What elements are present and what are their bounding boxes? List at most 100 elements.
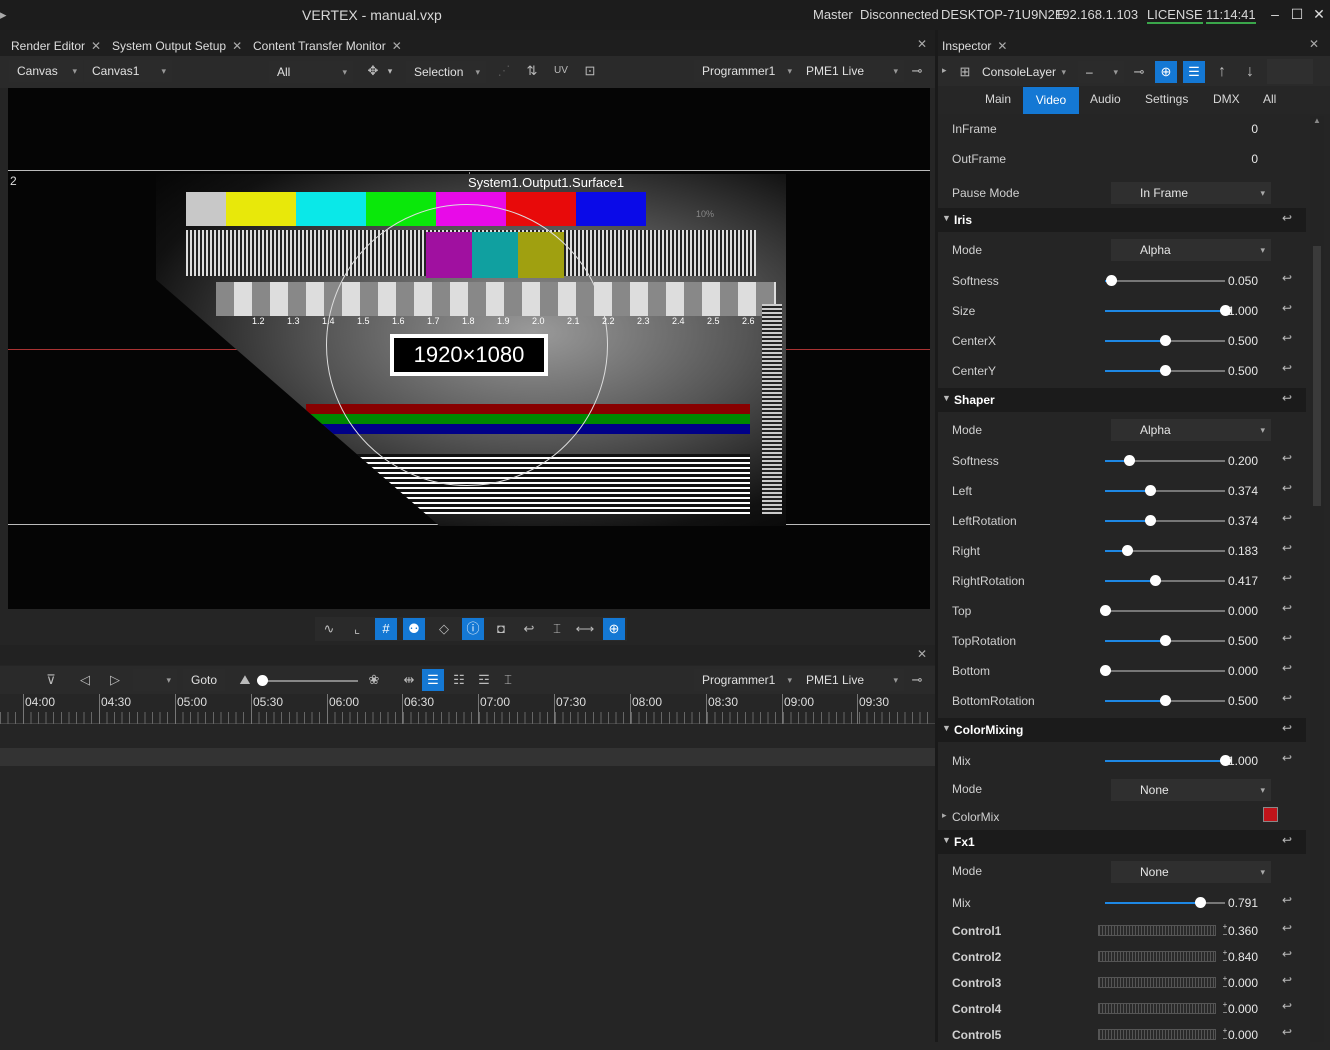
timeline-pin-icon[interactable]: ⊸	[906, 669, 928, 691]
property-value[interactable]: 0.000	[1198, 664, 1258, 678]
property-value[interactable]: 0.500	[1198, 334, 1258, 348]
reset-icon[interactable]: ↩	[1282, 999, 1292, 1013]
tab-all[interactable]: All	[1263, 92, 1276, 106]
add-cue-icon[interactable]: ⊽	[40, 669, 62, 691]
fit-height-icon[interactable]: ⌶	[546, 618, 568, 640]
iris-mode-select[interactable]: Alpha	[1111, 239, 1271, 261]
inspector-scrollbar[interactable]: ▲	[1310, 116, 1324, 1042]
fit-width-icon[interactable]: ⟷	[574, 618, 596, 640]
zoom-knob[interactable]	[257, 675, 268, 686]
slider-knob[interactable]	[1121, 545, 1133, 556]
control-value[interactable]: 0.000	[1198, 1028, 1258, 1042]
cursor-icon[interactable]: ⌶	[497, 669, 519, 691]
property-value[interactable]: 0.500	[1198, 634, 1258, 648]
property-value[interactable]: 0.050	[1198, 274, 1258, 288]
section-shaper[interactable]: ▼ Shaper ↩	[938, 388, 1306, 412]
reset-icon[interactable]: ↩	[1282, 691, 1292, 705]
property-value[interactable]: 0.374	[1198, 484, 1258, 498]
close-icon[interactable]: ✕	[1310, 5, 1328, 23]
property-value[interactable]: 1.000	[1198, 304, 1258, 318]
slider-knob[interactable]	[1160, 365, 1171, 376]
tab-inspector[interactable]: Inspector ✕	[942, 36, 1007, 56]
reset-icon[interactable]: ↩	[1282, 511, 1292, 525]
slider-knob[interactable]	[1160, 695, 1171, 706]
scroll-up-icon[interactable]: ▲	[1313, 116, 1321, 125]
reset-icon[interactable]: ↩	[1282, 391, 1292, 405]
close-tab-icon[interactable]: ✕	[91, 39, 101, 53]
arrow-down-icon[interactable]: ↓	[1239, 61, 1261, 83]
reset-icon[interactable]: ↩	[1282, 631, 1292, 645]
tab-video[interactable]: Video	[1023, 87, 1079, 114]
chevron-down-icon[interactable]: ▾	[384, 60, 396, 82]
property-value[interactable]: 0.500	[1198, 364, 1258, 378]
pme-select[interactable]: PME1 Live	[798, 60, 904, 82]
slider-knob[interactable]	[1106, 275, 1117, 286]
close-tab-icon[interactable]: ✕	[392, 39, 402, 53]
camera-icon[interactable]: ⚉	[403, 618, 425, 640]
property-value[interactable]: 0.000	[1198, 604, 1258, 618]
grid-icon[interactable]: #	[375, 618, 397, 640]
timeline-programmer-select[interactable]: Programmer1	[694, 669, 798, 691]
next-marker-icon[interactable]: ▷	[104, 669, 126, 691]
scroll-thumb[interactable]	[1313, 246, 1321, 506]
section-colormixing[interactable]: ▼ ColorMixing ↩	[938, 718, 1306, 742]
dock-pin-icon[interactable]: ⊸	[906, 60, 928, 82]
tab-content-transfer-monitor[interactable]: Content Transfer Monitor ✕	[253, 36, 402, 56]
maximize-icon[interactable]: ☐	[1288, 5, 1306, 23]
layer-option-select[interactable]: –	[1078, 61, 1124, 83]
collapse-icon[interactable]: ▼	[942, 723, 951, 733]
fx1-mode-select[interactable]: None	[1111, 861, 1271, 883]
zoom-slider[interactable]	[257, 675, 358, 686]
flip-icon[interactable]: ⇅	[521, 60, 543, 82]
zoom-icon[interactable]: ⛰	[234, 669, 256, 691]
programmer-select[interactable]: Programmer1	[694, 60, 798, 82]
reset-icon[interactable]: ↩	[1282, 211, 1292, 225]
expand-arrow-icon[interactable]: ▸	[942, 810, 947, 821]
close-tab-icon[interactable]: ✕	[232, 39, 242, 53]
collapse-icon[interactable]: ▼	[942, 213, 951, 223]
slider-knob[interactable]	[1100, 665, 1111, 676]
close-tab-icon[interactable]: ✕	[997, 39, 1007, 53]
expand-arrow-icon[interactable]: ▸	[942, 65, 947, 76]
list-add-icon[interactable]: ☲	[473, 669, 495, 691]
pin-icon[interactable]: ⊸	[1128, 61, 1150, 83]
reset-icon[interactable]: ↩	[1282, 601, 1292, 615]
filter-select[interactable]: All	[269, 61, 353, 83]
pause-mode-select[interactable]: In Frame	[1111, 182, 1271, 204]
add-track-icon[interactable]: ☷	[448, 669, 470, 691]
tracks-icon[interactable]: ☰	[422, 669, 444, 691]
collapse-icon[interactable]: ▼	[942, 393, 951, 403]
reset-icon[interactable]: ↩	[1282, 1025, 1292, 1039]
reset-icon[interactable]: ↩	[1282, 301, 1292, 315]
mix-value[interactable]: 1.000	[1198, 754, 1258, 768]
property-value[interactable]: 0.200	[1198, 454, 1258, 468]
license-button[interactable]: LICENSE	[1147, 7, 1203, 24]
arrow-up-icon[interactable]: ↑	[1211, 61, 1233, 83]
reset-icon[interactable]: ↩	[1282, 833, 1292, 847]
tab-settings[interactable]: Settings	[1145, 92, 1188, 106]
fx1-mix-value[interactable]: 0.791	[1198, 896, 1258, 910]
tab-system-output-setup[interactable]: System Output Setup ✕	[112, 36, 242, 56]
reset-icon[interactable]: ↩	[1282, 481, 1292, 495]
snapshot-icon[interactable]: ◘	[490, 618, 512, 640]
fit-icon[interactable]: ⊡	[579, 60, 601, 82]
selection-mode-select[interactable]: Selection	[406, 61, 486, 83]
property-value[interactable]: 0.500	[1198, 694, 1258, 708]
control-value[interactable]: 0.840	[1198, 950, 1258, 964]
shape-icon[interactable]: ◇	[433, 618, 455, 640]
reset-icon[interactable]: ↩	[1282, 921, 1292, 935]
prev-marker-icon[interactable]: ◁	[74, 669, 96, 691]
control-value[interactable]: 0.360	[1198, 924, 1258, 938]
reset-icon[interactable]: ↩	[1282, 661, 1292, 675]
property-value[interactable]: 0.374	[1198, 514, 1258, 528]
property-value[interactable]: 0.183	[1198, 544, 1258, 558]
reset-icon[interactable]: ↩	[1282, 451, 1292, 465]
colormix-swatch[interactable]	[1263, 807, 1278, 822]
tulip-icon[interactable]: ❀	[363, 669, 385, 691]
close-timeline-icon[interactable]: ✕	[917, 647, 927, 661]
slider-knob[interactable]	[1160, 335, 1171, 346]
target-icon[interactable]: ⊕	[603, 618, 625, 640]
slider-knob[interactable]	[1160, 635, 1171, 646]
slider-knob[interactable]	[1144, 485, 1156, 496]
slider-knob[interactable]	[1150, 575, 1162, 586]
